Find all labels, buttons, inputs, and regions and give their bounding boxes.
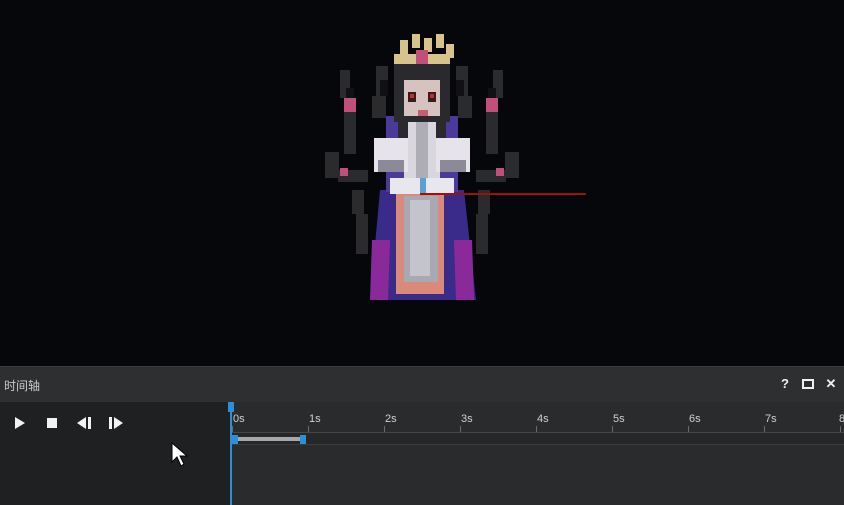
tick-label: 0s xyxy=(233,413,245,425)
stop-icon[interactable] xyxy=(42,413,62,433)
time-ruler[interactable]: 0s 1s 2s 3s 4s 5s 6s 7s 8 xyxy=(230,402,844,433)
tick-mark xyxy=(612,426,613,432)
tick-mark xyxy=(232,426,233,432)
tick-label: 8 xyxy=(839,413,844,425)
step-forward-icon[interactable] xyxy=(106,413,126,433)
tick-mark xyxy=(840,426,841,432)
playhead[interactable] xyxy=(228,402,234,505)
tick-label: 2s xyxy=(385,413,397,425)
playback-controls xyxy=(0,402,230,505)
tick-label: 3s xyxy=(461,413,473,425)
tick-label: 5s xyxy=(613,413,625,425)
tick-label: 4s xyxy=(537,413,549,425)
range-end-handle[interactable] xyxy=(300,435,306,444)
panel-title: 时间轴 xyxy=(4,379,41,393)
tick-mark xyxy=(688,426,689,432)
tick-label: 7s xyxy=(765,413,777,425)
close-button[interactable]: ✕ xyxy=(822,375,840,393)
step-back-icon[interactable] xyxy=(74,413,94,433)
tick-mark xyxy=(460,426,461,432)
playback-range-bar[interactable] xyxy=(234,437,304,441)
mouse-cursor-icon xyxy=(171,441,189,473)
animation-track[interactable] xyxy=(230,433,844,445)
timeline-panel: 时间轴 ? ✕ 0s 1s 2s 3s 4s 5s 6s 7s 8 xyxy=(0,366,844,505)
tick-mark xyxy=(536,426,537,432)
tick-label: 1s xyxy=(309,413,321,425)
tick-mark xyxy=(384,426,385,432)
maximize-icon[interactable] xyxy=(799,375,817,393)
character-model xyxy=(325,34,586,300)
tick-mark xyxy=(764,426,765,432)
3d-viewport[interactable] xyxy=(0,0,844,366)
timeline-panel-header: 时间轴 ? ✕ xyxy=(0,366,844,402)
playhead-handle[interactable] xyxy=(228,402,234,412)
play-icon[interactable] xyxy=(10,413,30,433)
timeline-track-area[interactable]: 0s 1s 2s 3s 4s 5s 6s 7s 8 xyxy=(228,402,844,505)
tick-label: 6s xyxy=(689,413,701,425)
range-start-handle[interactable] xyxy=(232,435,238,444)
help-button[interactable]: ? xyxy=(776,375,794,393)
tick-mark xyxy=(308,426,309,432)
